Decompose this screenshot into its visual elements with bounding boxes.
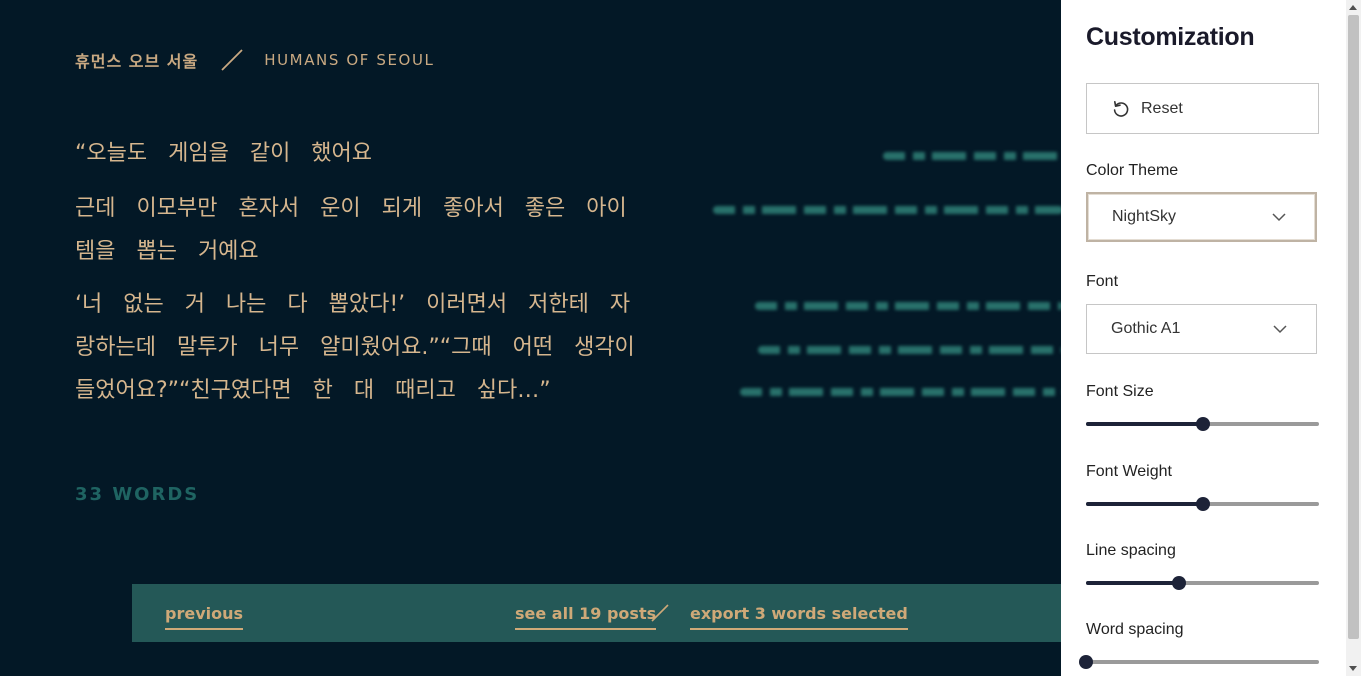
word-spacing-slider[interactable]: [1079, 652, 1319, 672]
slider-thumb[interactable]: [1195, 417, 1210, 431]
slider-thumb[interactable]: [1079, 655, 1093, 669]
blurred-translation-line: [755, 302, 1063, 310]
font-weight-label: Font Weight: [1086, 463, 1172, 480]
slash-divider-icon: [221, 49, 243, 71]
quote-paragraph[interactable]: ‘너 없는 거 나는 다 뽑았다!’ 이러면서 저한테 자랑하는데 말투가 너무…: [75, 283, 637, 412]
font-value: Gothic A1: [1111, 320, 1181, 337]
reset-icon: [1113, 100, 1129, 117]
line-spacing-label: Line spacing: [1086, 542, 1176, 559]
see-all-posts-link[interactable]: see all 19 posts: [515, 604, 657, 630]
slider-thumb[interactable]: [1195, 497, 1210, 511]
panel-title: Customization: [1086, 23, 1255, 51]
scroll-up-arrow-icon[interactable]: [1349, 5, 1357, 10]
blurred-translation: [700, 150, 1080, 410]
reader-main: 휴먼스 오브 서울 HUMANS OF SEOUL “오늘도 게임을 같이 했어…: [0, 0, 1092, 676]
chevron-down-icon: [1273, 325, 1287, 334]
panel-scrollbar[interactable]: [1346, 0, 1361, 676]
line-spacing-slider[interactable]: [1086, 573, 1319, 593]
font-label: Font: [1086, 273, 1119, 290]
site-name-english[interactable]: HUMANS OF SEOUL: [264, 51, 434, 69]
color-theme-select[interactable]: NightSky: [1086, 192, 1317, 242]
chevron-down-icon: [1272, 213, 1286, 222]
export-selected-words-link[interactable]: export 3 words selected: [690, 604, 908, 630]
quote-paragraph[interactable]: 근데 이모부만 혼자서 운이 되게 좋아서 좋은 아이템을 뽑는 거예요: [75, 187, 637, 273]
scrollbar-thumb[interactable]: [1348, 15, 1359, 639]
font-size-slider[interactable]: [1086, 414, 1319, 434]
customization-panel: Customization Reset Color Theme NightSky…: [1061, 0, 1346, 676]
font-size-label: Font Size: [1086, 383, 1154, 400]
quote-paragraph[interactable]: “오늘도 게임을 같이 했어요: [75, 134, 637, 174]
slash-divider-icon: [651, 604, 669, 622]
font-select[interactable]: Gothic A1: [1086, 304, 1317, 354]
scroll-down-arrow-icon[interactable]: [1349, 666, 1357, 671]
site-name-korean[interactable]: 휴먼스 오브 서울: [75, 48, 198, 72]
post-navigation-bar: previous see all 19 posts export 3 words…: [132, 584, 1092, 642]
post-quote: “오늘도 게임을 같이 했어요 근데 이모부만 혼자서 운이 되게 좋아서 좋은…: [75, 134, 637, 422]
slider-fill: [1086, 422, 1203, 426]
reset-button[interactable]: Reset: [1086, 83, 1319, 134]
blurred-translation-line: [740, 388, 1063, 396]
word-count: 33 WORDS: [75, 484, 200, 505]
blurred-translation-line: [883, 152, 1063, 160]
slider-fill: [1086, 581, 1180, 585]
font-weight-slider[interactable]: [1086, 494, 1319, 514]
color-theme-value: NightSky: [1112, 208, 1177, 225]
blurred-translation-line: [713, 206, 1063, 214]
blurred-translation-line: [758, 346, 1063, 354]
reset-label: Reset: [1141, 99, 1183, 117]
word-spacing-label: Word spacing: [1086, 621, 1184, 638]
site-header: 휴먼스 오브 서울 HUMANS OF SEOUL: [75, 48, 435, 72]
previous-link[interactable]: previous: [165, 604, 244, 630]
slider-track: [1086, 660, 1319, 664]
color-theme-label: Color Theme: [1086, 162, 1179, 179]
slider-fill: [1086, 502, 1203, 506]
slider-thumb[interactable]: [1172, 576, 1187, 590]
